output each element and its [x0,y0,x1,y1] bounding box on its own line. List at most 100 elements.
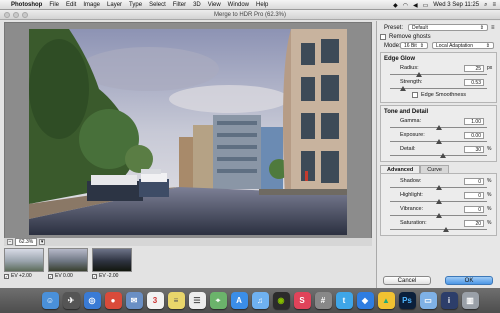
safari-icon[interactable]: ◎ [83,292,101,309]
zoom-value[interactable]: 62.3% [15,238,38,246]
preset-options-icon[interactable]: ≡ [491,25,495,31]
notes-icon[interactable]: ≡ [167,292,185,309]
source-checkbox[interactable]: ✓ [92,273,97,279]
volume-icon[interactable]: ◀ [413,2,418,9]
saturation-slider[interactable] [390,227,487,232]
folder-icon[interactable]: ▭ [419,292,437,309]
menu-window[interactable]: Window [228,0,249,10]
appstore-icon[interactable]: A [230,292,248,309]
strength-slider[interactable] [390,86,487,91]
slider-knob[interactable] [435,199,442,204]
menu-image[interactable]: Image [83,0,100,10]
maps-icon[interactable]: ⌖ [209,292,227,309]
close-window-button[interactable] [4,12,10,18]
spotify-icon[interactable]: ◉ [272,292,290,309]
vibrance-label: Vibrance: [400,206,424,212]
calendar-icon[interactable]: 3 [146,292,164,309]
gamma-slider[interactable] [390,125,487,130]
radius-slider[interactable] [390,72,487,77]
remove-ghosts-checkbox[interactable] [380,33,386,40]
strength-label: Strength: [400,79,423,85]
ok-button[interactable]: OK [445,276,493,285]
slider-knob[interactable] [435,139,442,144]
menu-type[interactable]: Type [129,0,142,10]
clock[interactable]: Wed 3 Sep 11:25 [433,2,479,8]
method-select[interactable]: Local Adaptation ⇕ [432,42,494,49]
method-value: Local Adaptation [436,42,473,49]
drive-icon[interactable]: ▲ [377,292,395,309]
highlight-input[interactable]: 0 [464,191,484,199]
menu-edit[interactable]: Edit [66,0,76,10]
skitch-icon[interactable]: S [293,292,311,309]
photoshop-icon[interactable]: Ps [398,292,416,309]
menu-help[interactable]: Help [256,0,268,10]
shadow-input[interactable]: 0 [464,177,484,185]
exposure-slider[interactable] [390,139,487,144]
slider-knob[interactable] [435,185,442,190]
menu-file[interactable]: File [49,0,59,10]
wifi-icon[interactable]: ◠ [403,2,408,9]
mail-icon[interactable]: ✉ [125,292,143,309]
menu-select[interactable]: Select [149,0,166,10]
menu-filter[interactable]: Filter [173,0,186,10]
zoom-menu-button[interactable]: ▾ [39,239,46,245]
remove-ghosts-label: Remove ghosts [389,33,431,40]
bit-depth-select[interactable]: 16 Bit ⇕ [400,42,428,49]
saturation-input[interactable]: 20 [464,219,484,227]
source-thumbnail[interactable]: ✓ EV -2.00 [92,248,132,279]
zoom-out-button[interactable]: − [7,239,13,245]
source-thumbnail[interactable]: ✓ EV 0.00 [48,248,88,279]
cancel-button[interactable]: Cancel [383,276,431,285]
menu-view[interactable]: View [208,0,221,10]
status-area: ◆ ◠ ◀ ▭ Wed 3 Sep 11:25 ⌕ ≡ [388,0,496,10]
trash-icon[interactable]: ▥ [461,292,479,309]
tab-advanced[interactable]: Advanced [380,165,421,173]
info-icon[interactable]: i [440,292,458,309]
strength-input[interactable]: 0.53 [464,78,484,86]
source-checkbox[interactable]: ✓ [4,273,9,279]
shadow-slider[interactable] [390,185,487,190]
menu-app-name[interactable]: Photoshop [11,0,42,10]
slider-knob[interactable] [440,153,447,158]
detail-slider[interactable] [390,153,487,158]
vibrance-unit: % [487,206,492,212]
preview-area[interactable] [4,22,372,240]
detail-input[interactable]: 30 [464,145,484,153]
slider-knob[interactable] [399,86,406,91]
itunes-icon[interactable]: ♫ [251,292,269,309]
radius-input[interactable]: 25 [464,64,484,72]
saturation-unit: % [487,220,492,226]
battery-icon[interactable]: ▭ [423,2,429,9]
exposure-input[interactable]: 0.00 [464,131,484,139]
chrome-icon[interactable]: ● [104,292,122,309]
tab-curve[interactable]: Curve [420,165,449,173]
source-checkbox[interactable]: ✓ [48,273,53,279]
twitter-icon[interactable]: t [335,292,353,309]
highlight-slider[interactable] [390,199,487,204]
zoom-window-button[interactable] [22,12,28,18]
advanced-group: Shadow: 0 % Highlight: 0 % Vibrance: 0 %… [380,173,497,236]
slider-knob[interactable] [435,125,442,130]
edge-smoothness-label: Edge Smoothness [421,92,466,98]
slider-knob[interactable] [416,72,423,77]
menu-3d[interactable]: 3D [193,0,201,10]
vibrance-slider[interactable] [390,213,487,218]
vibrance-input[interactable]: 0 [464,205,484,213]
menu-layer[interactable]: Layer [107,0,122,10]
slider-knob[interactable] [443,227,450,232]
launchpad-icon[interactable]: ✈ [62,292,80,309]
slider-knob[interactable] [435,213,442,218]
spotlight-icon[interactable]: ⌕ [484,2,487,9]
calculator-icon[interactable]: # [314,292,332,309]
gamma-input[interactable]: 1.00 [464,117,484,125]
minimize-window-button[interactable] [13,12,19,18]
edge-smoothness-checkbox[interactable] [412,92,418,98]
exposure-label: Exposure: [400,132,425,138]
finder-icon[interactable]: ☺ [41,292,59,309]
source-thumbnail[interactable]: ✓ EV +2.00 [4,248,44,279]
dropbox-status-icon[interactable]: ◆ [393,2,398,9]
dropbox-icon[interactable]: ◆ [356,292,374,309]
preset-select[interactable]: Default ⇕ [408,24,488,31]
notifications-icon[interactable]: ≡ [492,2,496,8]
reminders-icon[interactable]: ☰ [188,292,206,309]
